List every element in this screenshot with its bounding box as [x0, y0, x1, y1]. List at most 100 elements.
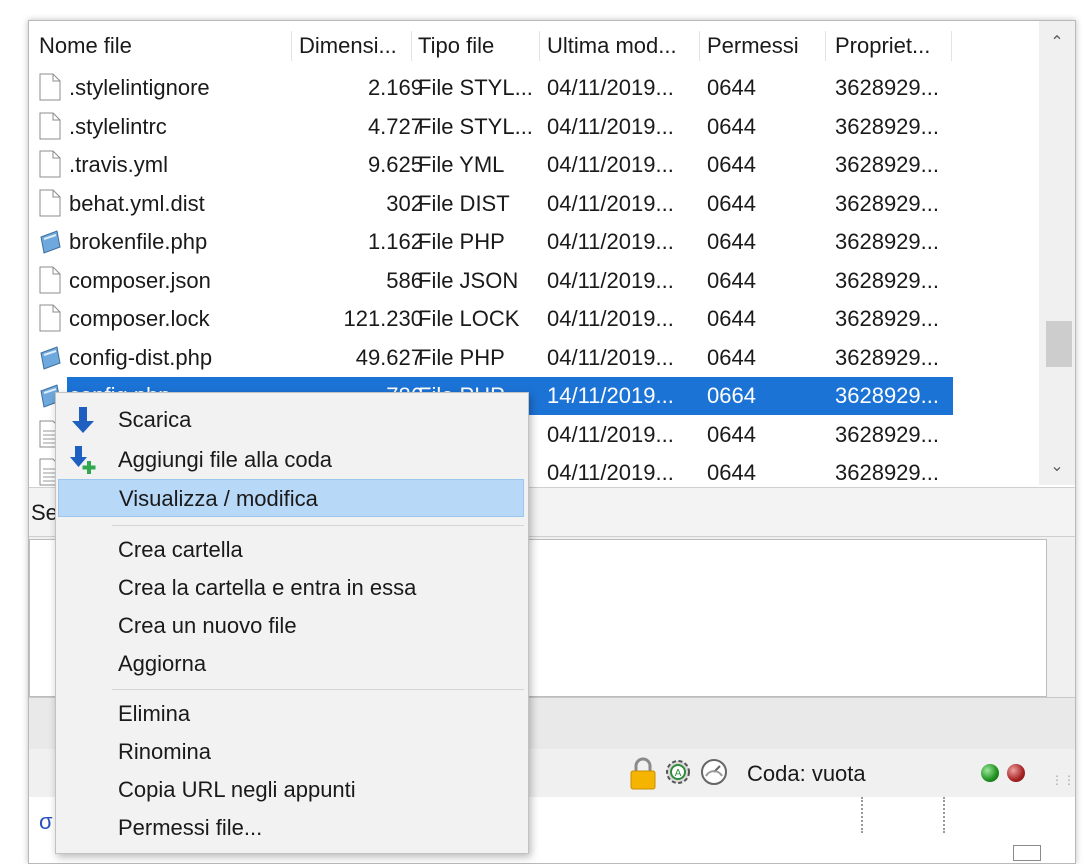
file-permissions: 0644	[707, 75, 756, 100]
menu-item-copy-url[interactable]: Copia URL negli appunti	[58, 771, 524, 809]
splitter[interactable]	[943, 797, 949, 833]
file-owner: 3628929...	[835, 152, 939, 177]
blank-file-icon	[39, 112, 61, 140]
file-type: File YML	[418, 152, 505, 177]
file-modified: 04/11/2019...	[547, 344, 674, 370]
file-permissions: 0644	[707, 190, 756, 216]
column-divider[interactable]	[539, 31, 540, 61]
splitter[interactable]	[861, 797, 867, 833]
file-size: 9.625	[367, 152, 423, 177]
menu-item-add-to-queue[interactable]: Aggiungi file alla coda	[58, 441, 524, 479]
file-row[interactable]: .stylelintignore 2.169 File STYL... 04/11/2…	[29, 69, 1039, 107]
file-permissions: 0644	[707, 421, 756, 447]
file-owner: 3628929...	[835, 306, 939, 331]
menu-item-file-permissions[interactable]: Permessi file...	[58, 809, 524, 847]
menu-item-create-folder[interactable]: Crea cartella	[58, 531, 524, 569]
file-name: .travis.yml	[69, 152, 168, 177]
file-modified: 04/11/2019...	[547, 190, 674, 216]
menu-label: Crea la cartella e entra in essa	[118, 575, 417, 600]
file-type: File DIST	[418, 190, 510, 216]
php-file-icon	[39, 343, 61, 371]
file-type: File JSON	[418, 267, 519, 293]
menu-item-new-file[interactable]: Crea un nuovo file	[58, 607, 524, 645]
file-modified: 04/11/2019...	[547, 152, 674, 177]
menu-label: Crea cartella	[118, 537, 243, 562]
file-modified: 04/11/2019...	[547, 306, 674, 331]
column-divider[interactable]	[291, 31, 292, 61]
menu-item-delete[interactable]: Elimina	[58, 695, 524, 733]
file-permissions: 0644	[707, 306, 756, 331]
file-row[interactable]: composer.json 586 File JSON 04/11/2019... 06…	[29, 262, 1039, 300]
file-modified: 04/11/2019...	[547, 267, 674, 293]
file-row[interactable]: composer.lock 121.230 File LOCK 04/11/2019.…	[29, 300, 1039, 338]
gear-icon: A	[666, 760, 690, 784]
menu-item-refresh[interactable]: Aggiorna	[58, 645, 524, 683]
file-owner: 3628929...	[835, 267, 939, 293]
column-header-owner[interactable]: Propriet...	[835, 33, 930, 59]
menu-item-download[interactable]: Scarica	[58, 401, 524, 439]
file-size: 2.169	[367, 75, 423, 100]
file-permissions: 0644	[707, 113, 756, 139]
file-list-scrollbar[interactable]: ⌃ ⌄	[1039, 21, 1075, 485]
file-row[interactable]: behat.yml.dist 302 File DIST 04/11/2019... 0…	[29, 185, 1039, 223]
blank-file-icon	[39, 189, 61, 217]
file-size: 121.230	[343, 306, 423, 331]
queue-status: Coda: vuota	[747, 761, 866, 786]
menu-item-view-edit[interactable]: Visualizza / modifica	[58, 479, 524, 517]
menu-label: Crea un nuovo file	[118, 613, 297, 638]
column-header-modified[interactable]: Ultima mod...	[547, 33, 677, 59]
file-modified: 04/11/2019...	[547, 75, 674, 100]
partial-glyph: σ	[39, 809, 53, 834]
scroll-down-icon[interactable]: ⌄	[1039, 449, 1075, 485]
menu-label: Aggiungi file alla coda	[118, 447, 333, 472]
column-header-permissions[interactable]: Permessi	[707, 33, 799, 59]
file-owner: 3628929...	[835, 421, 939, 447]
file-size: 49.627	[355, 344, 423, 370]
file-name: behat.yml.dist	[69, 190, 205, 216]
file-row[interactable]: config-dist.php 49.627 File PHP 04/11/2019.…	[29, 339, 1039, 377]
file-owner: 3628929...	[835, 229, 939, 254]
menu-label: Permessi file...	[118, 815, 263, 840]
file-permissions: 0644	[707, 344, 756, 370]
resize-grip-icon[interactable]: ⋮⋮	[1051, 773, 1075, 793]
menu-separator	[112, 689, 524, 690]
column-header-size[interactable]: Dimensi...	[299, 33, 397, 59]
menu-item-rename[interactable]: Rinomina	[58, 733, 524, 771]
menu-item-create-and-enter-folder[interactable]: Crea la cartella e entra in essa	[58, 569, 524, 607]
file-modified: 04/11/2019...	[547, 460, 674, 485]
speed-limit-icon	[701, 759, 727, 785]
file-name: brokenfile.php	[69, 229, 208, 254]
file-type: File PHP	[418, 344, 505, 370]
blank-file-icon	[39, 150, 61, 178]
download-arrow-icon	[72, 407, 94, 433]
svg-text:A: A	[675, 768, 682, 779]
column-divider[interactable]	[411, 31, 412, 61]
file-size: 4.727	[367, 113, 423, 139]
file-name: composer.json	[69, 267, 211, 293]
file-row[interactable]: brokenfile.php 1.162 File PHP 04/11/2019...…	[29, 223, 1039, 261]
receive-indicator-icon	[981, 764, 999, 782]
menu-label: Rinomina	[118, 739, 211, 764]
file-type: File STYL...	[418, 75, 533, 100]
add-to-queue-icon	[70, 446, 96, 474]
column-divider[interactable]	[951, 31, 952, 61]
file-row[interactable]: .stylelintrc 4.727 File STYL... 04/11/2019.…	[29, 108, 1039, 146]
panel-layout-icon[interactable]	[1013, 845, 1041, 861]
lock-icon	[630, 757, 656, 790]
file-size: 1.162	[367, 229, 423, 254]
scroll-thumb[interactable]	[1046, 321, 1072, 367]
menu-label: Elimina	[118, 701, 191, 726]
menu-label: Copia URL negli appunti	[118, 777, 356, 802]
file-list-header: Nome file Dimensi... Tipo file Ultima mo…	[29, 21, 1039, 69]
column-divider[interactable]	[825, 31, 826, 61]
column-header-type[interactable]: Tipo file	[418, 33, 494, 59]
scroll-up-icon[interactable]: ⌃	[1039, 25, 1075, 61]
column-header-name[interactable]: Nome file	[39, 33, 132, 59]
column-divider[interactable]	[699, 31, 700, 61]
status-text: Se	[31, 500, 58, 525]
file-name: .stylelintrc	[69, 113, 167, 139]
send-indicator-icon	[1007, 764, 1025, 782]
file-type: File STYL...	[418, 113, 533, 139]
file-row[interactable]: .travis.yml 9.625 File YML 04/11/2019... 064…	[29, 146, 1039, 184]
file-permissions: 0644	[707, 460, 756, 485]
